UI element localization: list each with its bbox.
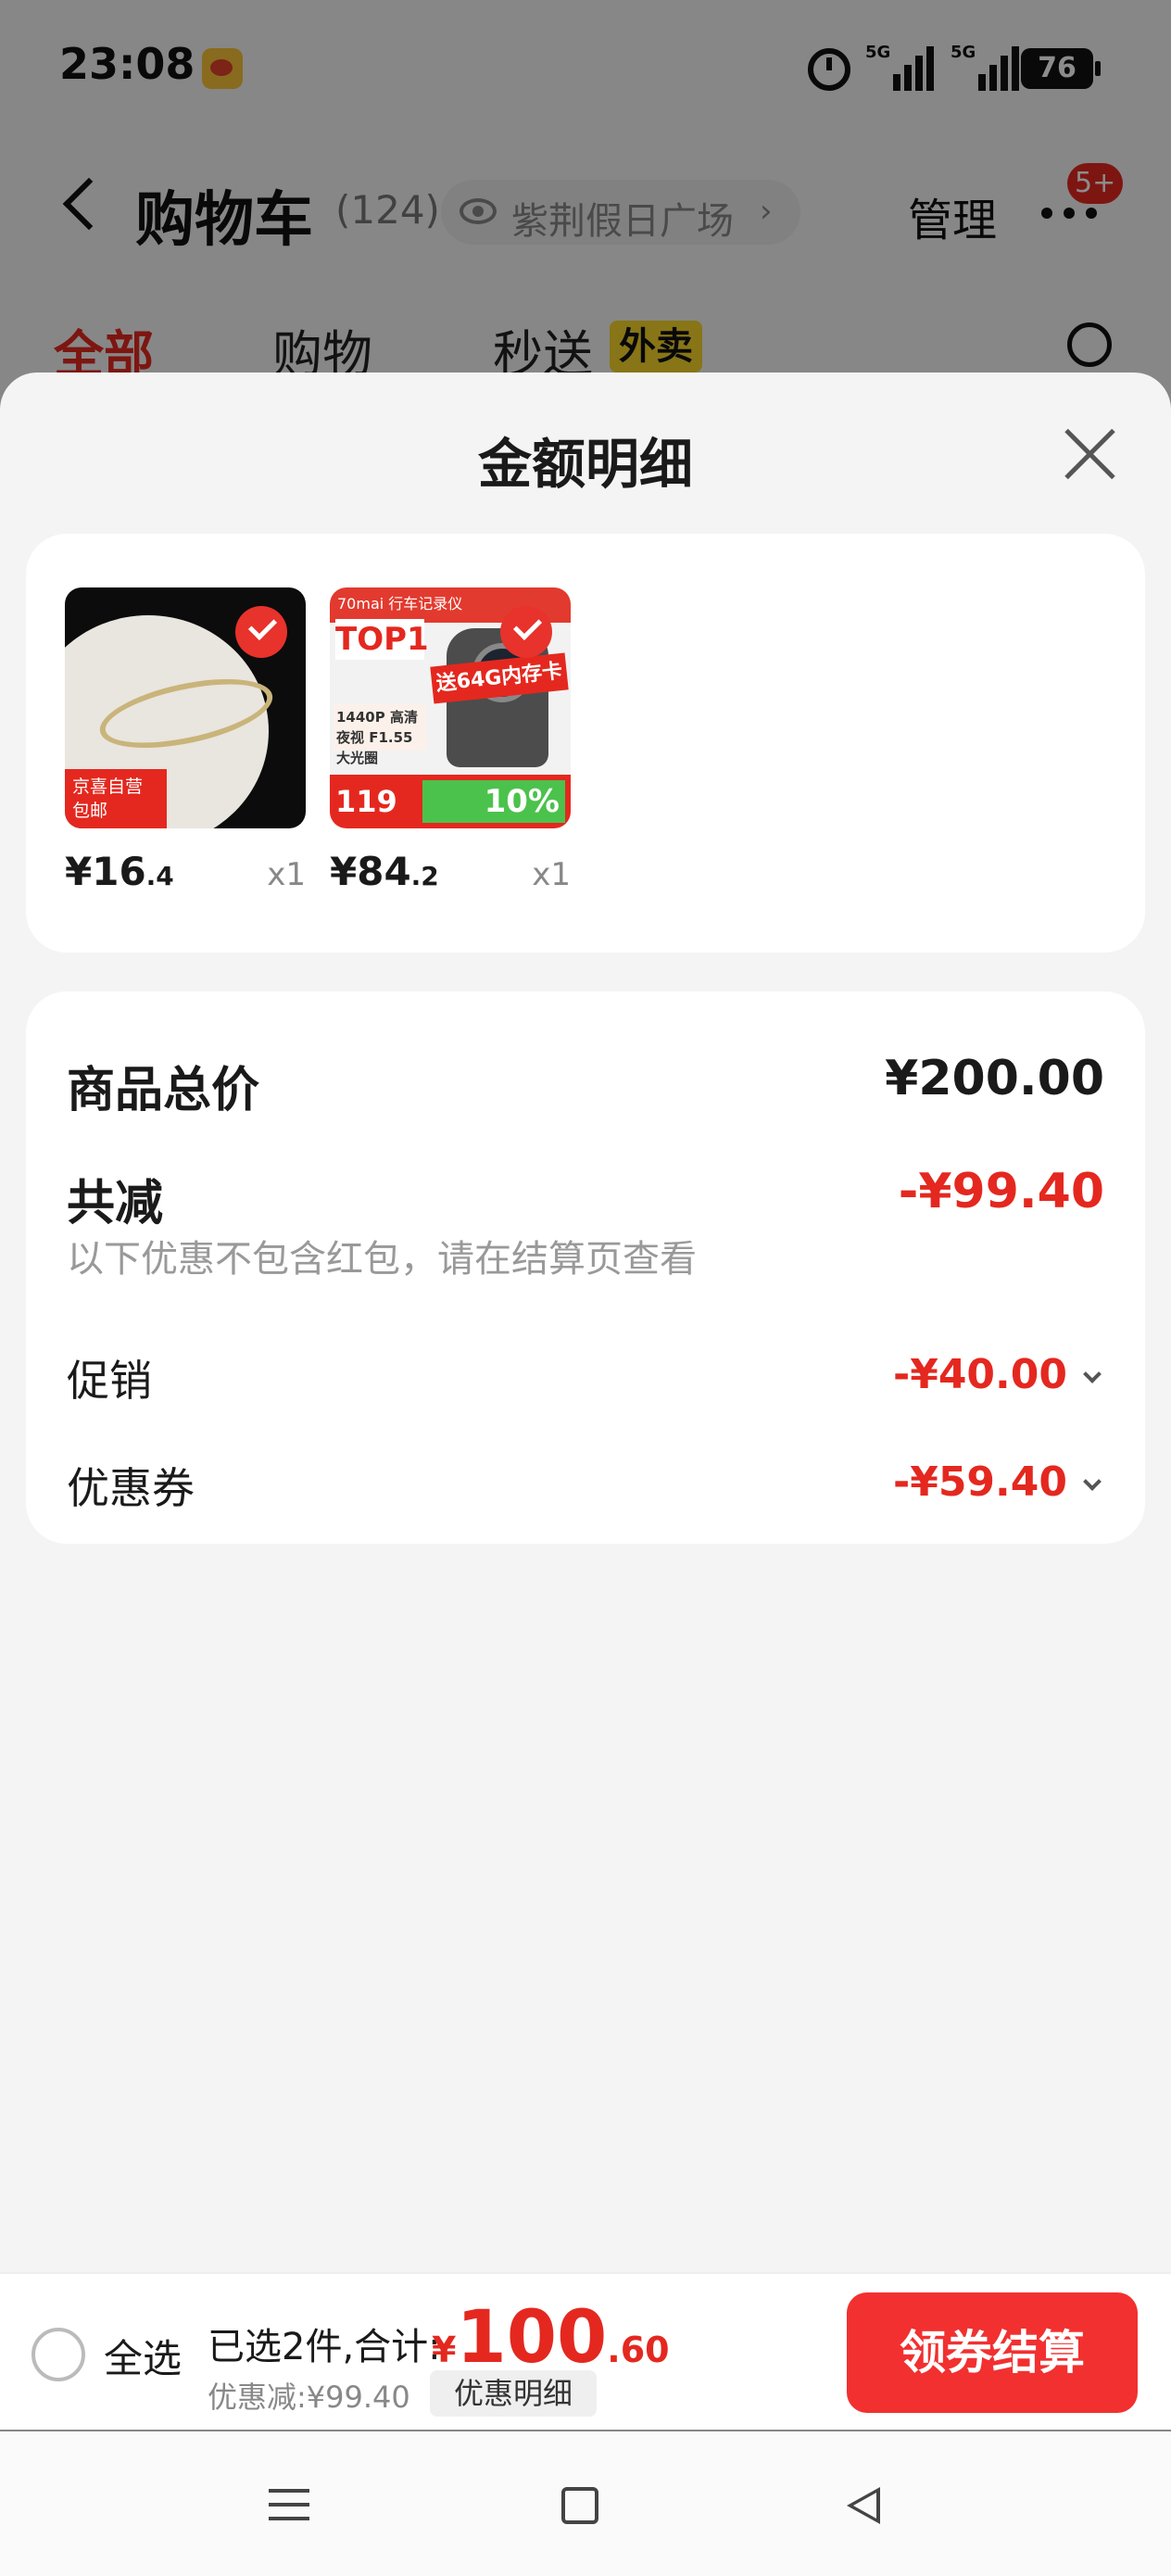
discount-detail-button[interactable]: 优惠明细 [430, 2370, 597, 2417]
chevron-down-icon [1083, 1365, 1102, 1383]
price-band: 119 10% [330, 775, 571, 828]
product-quantity: x1 [267, 856, 306, 893]
discount-amount: 优惠减:¥99.40 [208, 2380, 410, 2415]
amount-detail-sheet: 金额明细 京喜自营 包邮 ¥16.4 x1 70mai 行车记录仪 TOP1 送… [0, 373, 1171, 2272]
selected-summary: 已选2件,合计: [208, 2326, 441, 2368]
checkout-bar: 全选 已选2件,合计: ¥100.60 优惠减:¥99.40 优惠明细 领券结算 [0, 2272, 1171, 2430]
select-all-label[interactable]: 全选 [104, 2328, 182, 2384]
promotion-label: 促销 [67, 1356, 152, 1406]
total-reduce-label: 共减 [67, 1176, 164, 1231]
home-icon[interactable] [561, 2487, 598, 2524]
total-price-label: 商品总价 [67, 1063, 260, 1118]
promotion-value: -¥40.00 [892, 1351, 1067, 1398]
system-nav-bar [0, 2431, 1171, 2576]
top1-label: TOP1 [335, 619, 429, 660]
product-thumbnail: 70mai 行车记录仪 TOP1 送64G内存卡 1440P 高清夜视 F1.5… [330, 587, 571, 828]
back-icon[interactable] [847, 2487, 880, 2524]
total-price-value: ¥200.00 [885, 1051, 1104, 1106]
close-icon[interactable] [1062, 424, 1119, 482]
product-thumbnail: 京喜自营 包邮 [65, 587, 306, 828]
amount-summary-card: 商品总价 ¥200.00 共减 -¥99.40 以下优惠不包含红包，请在结算页查… [26, 991, 1145, 1544]
sheet-title: 金额明细 [477, 433, 693, 496]
selected-products-card: 京喜自营 包邮 ¥16.4 x1 70mai 行车记录仪 TOP1 送64G内存… [26, 534, 1145, 953]
product-tag: 京喜自营 包邮 [65, 769, 167, 828]
chevron-down-icon [1083, 1472, 1102, 1491]
checkout-total: ¥100.60 [432, 2296, 670, 2380]
check-icon [235, 606, 287, 658]
total-reduce-value: -¥99.40 [898, 1164, 1104, 1219]
coupon-label: 优惠券 [67, 1463, 195, 1513]
select-all-checkbox[interactable] [31, 2328, 85, 2381]
recent-apps-icon[interactable] [269, 2489, 309, 2520]
discount-note: 以下优惠不包含红包，请在结算页查看 [67, 1238, 697, 1281]
checkout-button[interactable]: 领券结算 [847, 2292, 1138, 2413]
product-price: ¥84.2 [330, 849, 439, 894]
product-price: ¥16.4 [65, 849, 174, 894]
spec-label: 1440P 高清夜视 F1.55大光圈 [334, 704, 426, 766]
check-icon [500, 606, 552, 658]
coupon-value: -¥59.40 [892, 1458, 1067, 1506]
product-quantity: x1 [532, 856, 571, 893]
